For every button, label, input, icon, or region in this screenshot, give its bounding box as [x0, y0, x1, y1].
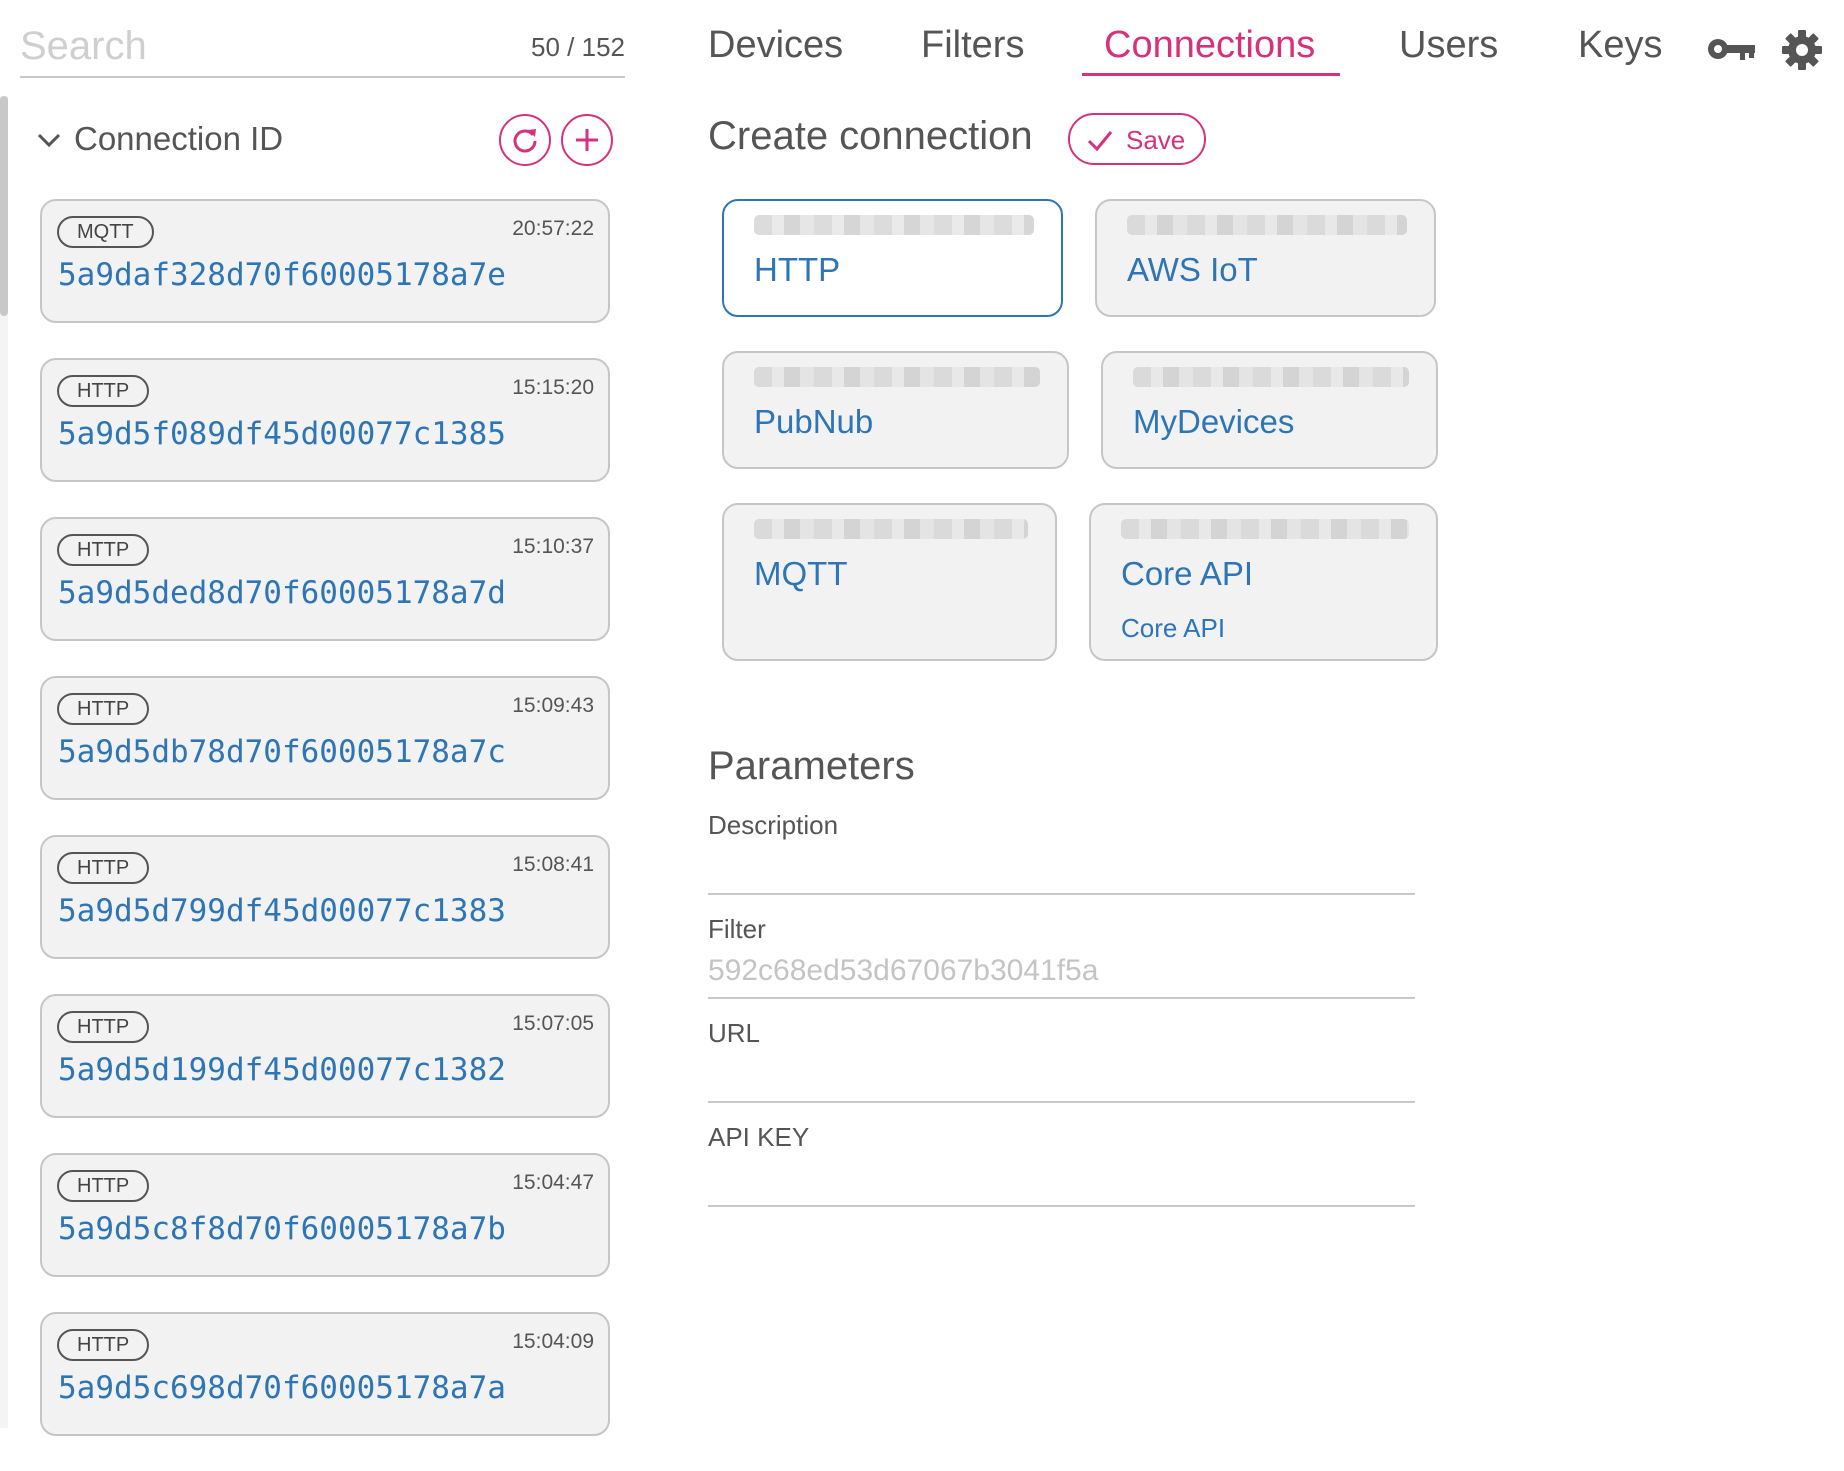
connection-list: MQTT 20:57:22 5a9daf328d70f60005178a7e H… — [40, 199, 610, 1471]
connection-card[interactable]: HTTP 15:09:43 5a9d5db78d70f60005178a7c — [40, 676, 610, 800]
save-button[interactable]: Save — [1068, 113, 1206, 165]
type-badge: MQTT — [57, 216, 154, 248]
connection-type-pubnub[interactable]: PubNub — [722, 351, 1069, 469]
connection-card[interactable]: MQTT 20:57:22 5a9daf328d70f60005178a7e — [40, 199, 610, 323]
parameters-title: Parameters — [708, 744, 915, 788]
connection-time: 15:07:05 — [512, 1012, 594, 1035]
tile-description-blurred — [754, 215, 1034, 235]
api-key-underline — [708, 1205, 1415, 1207]
list-sort-label[interactable]: Connection ID — [74, 120, 283, 158]
tile-label: AWS IoT — [1127, 251, 1258, 288]
tile-label: HTTP — [754, 251, 841, 288]
connection-id[interactable]: 5a9d5d199df45d00077c1382 — [58, 1052, 506, 1088]
connection-time: 15:04:47 — [512, 1171, 594, 1194]
refresh-icon — [513, 129, 537, 153]
type-badge: HTTP — [57, 852, 150, 884]
create-connection-title: Create connection — [708, 114, 1033, 158]
connection-card[interactable]: HTTP 15:04:09 5a9d5c698d70f60005178a7a — [40, 1312, 610, 1436]
connection-id[interactable]: 5a9d5f089df45d00077c1385 — [58, 416, 506, 452]
connection-id[interactable]: 5a9d5db78d70f60005178a7c — [58, 734, 506, 770]
tab-filters[interactable]: Filters — [921, 24, 1024, 67]
tile-label: MyDevices — [1133, 403, 1295, 440]
description-label: Description — [708, 810, 839, 840]
search-bar: 50 / 152 — [20, 16, 625, 78]
connection-card[interactable]: HTTP 15:15:20 5a9d5f089df45d00077c1385 — [40, 358, 610, 482]
check-icon — [1087, 131, 1113, 152]
description-underline — [708, 893, 1415, 895]
filter-underline — [708, 997, 1415, 999]
connection-card[interactable]: HTTP 15:10:37 5a9d5ded8d70f60005178a7d — [40, 517, 610, 641]
tab-keys[interactable]: Keys — [1578, 24, 1662, 67]
api-key-label: API KEY — [708, 1122, 810, 1152]
connection-id[interactable]: 5a9daf328d70f60005178a7e — [58, 257, 506, 293]
type-badge: HTTP — [57, 375, 150, 407]
chevron-down-icon[interactable] — [36, 130, 62, 150]
type-badge: HTTP — [57, 1011, 150, 1043]
type-badge: HTTP — [57, 693, 150, 725]
tile-label: MQTT — [754, 555, 848, 592]
connection-time: 15:10:37 — [512, 535, 594, 558]
list-header: Connection ID — [36, 114, 626, 170]
gear-icon[interactable] — [1780, 28, 1824, 77]
connection-id[interactable]: 5a9d5c8f8d70f60005178a7b — [58, 1211, 506, 1247]
connection-type-mqtt[interactable]: MQTT — [722, 503, 1057, 661]
type-badge: HTTP — [57, 1329, 150, 1361]
connection-type-mydevices[interactable]: MyDevices — [1101, 351, 1438, 469]
connection-time: 15:04:09 — [512, 1330, 594, 1353]
tab-devices[interactable]: Devices — [708, 24, 843, 67]
tile-description-blurred — [1127, 215, 1407, 235]
connection-time: 15:08:41 — [512, 853, 594, 876]
url-label: URL — [708, 1018, 761, 1048]
connection-card[interactable]: HTTP 15:07:05 5a9d5d199df45d00077c1382 — [40, 994, 610, 1118]
connection-type-core-api[interactable]: Core API Core API — [1089, 503, 1438, 661]
type-badge: HTTP — [57, 1170, 150, 1202]
plus-icon — [576, 129, 598, 151]
tile-description-blurred — [1133, 367, 1409, 387]
search-input[interactable] — [20, 24, 500, 68]
key-icon[interactable] — [1707, 34, 1757, 69]
tile-description-blurred — [1121, 519, 1409, 539]
connection-type-aws-iot[interactable]: AWS IoT — [1095, 199, 1436, 317]
url-underline — [708, 1101, 1415, 1103]
tab-connections[interactable]: Connections — [1104, 24, 1315, 67]
tab-users[interactable]: Users — [1399, 24, 1498, 67]
result-count: 50 / 152 — [531, 32, 625, 62]
connection-id[interactable]: 5a9d5d799df45d00077c1383 — [58, 893, 506, 929]
connection-time: 15:09:43 — [512, 694, 594, 717]
filter-field[interactable]: 592c68ed53d67067b3041f5a — [708, 954, 1098, 988]
tile-label: Core API — [1121, 555, 1254, 592]
tile-description-blurred — [754, 519, 1028, 539]
list-scrollbar-thumb[interactable] — [0, 96, 8, 316]
tile-label: PubNub — [754, 403, 874, 440]
tile-description-blurred — [754, 367, 1040, 387]
connection-time: 20:57:22 — [512, 217, 594, 240]
refresh-button[interactable] — [499, 114, 551, 166]
connection-id[interactable]: 5a9d5ded8d70f60005178a7d — [58, 575, 506, 611]
type-badge: HTTP — [57, 534, 150, 566]
connection-type-http[interactable]: HTTP — [722, 199, 1063, 317]
connection-time: 15:15:20 — [512, 376, 594, 399]
filter-label: Filter — [708, 914, 766, 944]
connection-card[interactable]: HTTP 15:04:47 5a9d5c8f8d70f60005178a7b — [40, 1153, 610, 1277]
connection-card[interactable]: HTTP 15:08:41 5a9d5d799df45d00077c1383 — [40, 835, 610, 959]
active-tab-indicator — [1082, 73, 1340, 76]
connection-id[interactable]: 5a9d5c698d70f60005178a7a — [58, 1370, 506, 1406]
add-connection-button[interactable] — [561, 114, 613, 166]
tile-sublabel: Core API — [1121, 613, 1226, 643]
